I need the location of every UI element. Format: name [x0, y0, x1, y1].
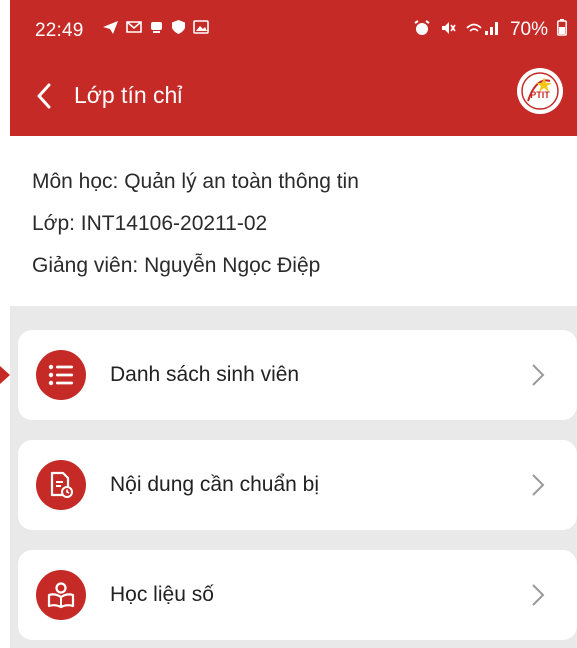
mute-icon: [440, 20, 456, 41]
menu-item-label: Học liệu số: [110, 583, 214, 606]
document-icon: [36, 460, 86, 510]
menu-item-label: Danh sách sinh viên: [110, 363, 300, 386]
lecturer-text: Giảng viên: Nguyễn Ngọc Điệp: [32, 254, 321, 277]
mail-icon: [126, 20, 142, 34]
phone-screen: 22:49 70% Lớp tín chỉ PTIT Môn học: Quản…: [10, 0, 577, 648]
list-icon: [36, 350, 86, 400]
book-reader-icon: [36, 570, 86, 620]
menu-item-student-list[interactable]: Danh sách sinh viên: [18, 330, 577, 420]
back-button[interactable]: [28, 78, 60, 114]
menu-item-digital-materials[interactable]: Học liệu số: [18, 550, 577, 640]
notification-icon: [149, 20, 164, 35]
chevron-right-icon: [532, 364, 545, 386]
image-icon: [193, 20, 209, 34]
shield-icon: [171, 19, 186, 35]
course-info-panel: Môn học: Quản lý an toàn thông tin Lớp: …: [10, 136, 577, 306]
status-notification-icons: [102, 19, 209, 35]
chevron-right-icon: [532, 474, 545, 496]
menu-item-label: Nội dung cần chuẩn bị: [110, 473, 319, 496]
signal-icon: [465, 20, 501, 41]
battery-icon: [557, 19, 567, 41]
class-text: Lớp: INT14106-20211-02: [32, 212, 268, 235]
alarm-icon: [413, 19, 431, 41]
send-icon: [102, 20, 119, 35]
app-bar: Lớp tín chỉ PTIT: [10, 62, 577, 136]
battery-percent: 70%: [509, 19, 548, 40]
status-time: 22:49: [35, 20, 84, 41]
page-title: Lớp tín chỉ: [74, 82, 183, 108]
chevron-left-icon: [37, 83, 51, 109]
status-system-icons: 70%: [413, 19, 567, 41]
pointer-arrow: [0, 366, 10, 384]
ptit-logo: PTIT: [517, 68, 563, 114]
chevron-right-icon: [532, 584, 545, 606]
menu-item-preparation-content[interactable]: Nội dung cần chuẩn bị: [18, 440, 577, 530]
status-bar: 22:49 70%: [10, 0, 577, 62]
subject-text: Môn học: Quản lý an toàn thông tin: [32, 170, 359, 193]
svg-text:PTIT: PTIT: [530, 90, 550, 100]
